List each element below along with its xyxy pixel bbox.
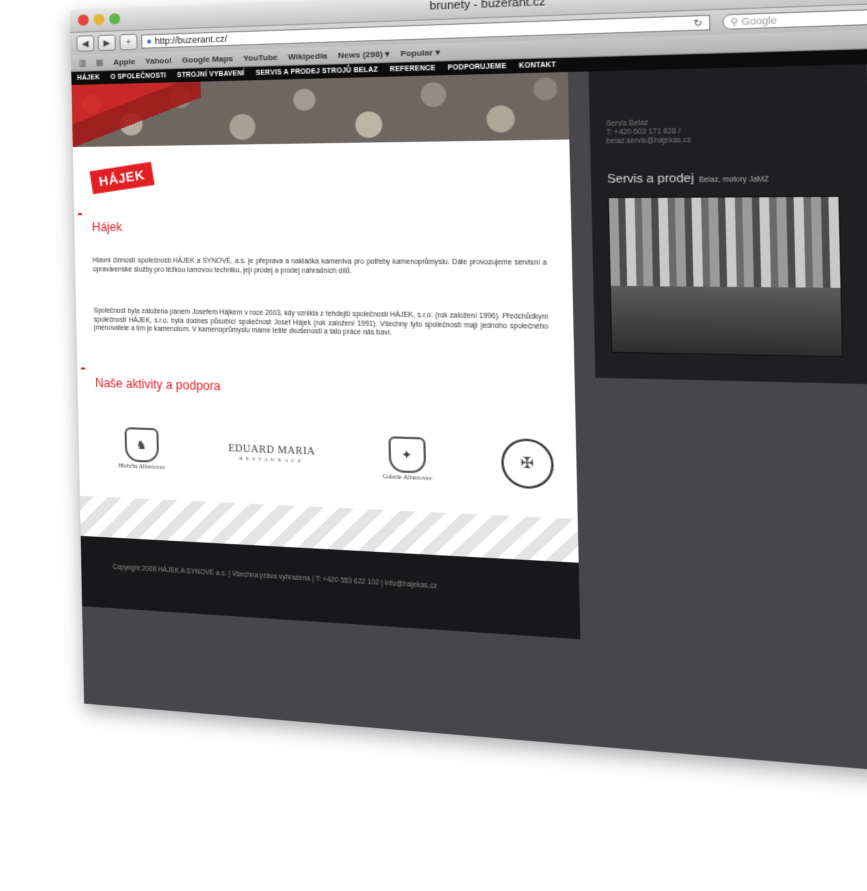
partner-eduard-sub: RESTAURACE	[239, 456, 305, 465]
bookmark-google-maps[interactable]: Google Maps	[182, 53, 233, 64]
history-paragraph: Společnost byla založena panem Josefem H…	[93, 307, 549, 337]
round-seal-icon: ✠	[500, 437, 555, 490]
bookmark-youtube[interactable]: YouTube	[243, 52, 277, 62]
servis-line3[interactable]: belaz.servis@hajekas.cz	[606, 137, 691, 147]
bookmark-popular[interactable]: Popular ▾	[400, 47, 440, 58]
intro-paragraph: Hlavní činností společnosti HÁJEK a SYNO…	[92, 257, 547, 275]
screenshot-stage: brunety - buzerant.cz ◀ ▶ + ● http://buz…	[0, 0, 867, 891]
search-input[interactable]: ⚲ Google	[721, 7, 867, 30]
forward-icon[interactable]: ▶	[97, 34, 116, 52]
section-title-activities: Naše aktivity a podpora	[94, 375, 221, 394]
partner-hrebcin[interactable]: ♞ Hřebčín Albertovec	[118, 427, 166, 472]
hajek-logo[interactable]: HÁJEK	[89, 161, 155, 195]
partner-galerie-label: Galerie Albertovec	[382, 474, 433, 483]
main-column: HÁJEK Hájek Hlavní činností společnosti …	[71, 71, 579, 563]
horse-crest-icon: ♞	[124, 427, 159, 463]
book-icon[interactable]: ▥	[79, 58, 87, 67]
engine-photo[interactable]	[607, 195, 844, 358]
nav-item-strojni-vybaveni[interactable]: STROJNÍ VYBAVENÍ	[177, 70, 244, 79]
search-icon: ⚲	[730, 15, 739, 27]
servis-contact: Servis Belaz T: +420 603 171 828 / belaz…	[606, 119, 691, 147]
servis-panel: Servis Belaz T: +420 603 171 828 / belaz…	[588, 64, 867, 385]
partner-eduard-maria[interactable]: EDUARD MARIA RESTAURACE	[228, 443, 315, 465]
section-title-hajek: Hájek	[91, 220, 123, 235]
servis-heading: Servis a prodej Belaz, motory JaMZ	[607, 171, 769, 186]
nav-item-o-spolecnosti[interactable]: O SPOLEČNOSTI	[110, 72, 166, 81]
nav-item-servis-belaz[interactable]: SERVIS A PRODEJ STROJŮ BELAZ	[256, 66, 378, 77]
bookmark-apple[interactable]: Apple	[113, 57, 135, 67]
partner-logos: ♞ Hřebčín Albertovec EDUARD MARIA RESTAU…	[118, 425, 555, 490]
section-marker	[78, 213, 82, 216]
partner-galerie[interactable]: ✦ Galerie Albertovec	[382, 436, 433, 483]
url-text: http://buzerant.cz/	[154, 33, 228, 47]
nav-item-hajek[interactable]: HÁJEK	[77, 74, 100, 82]
bookmark-news[interactable]: News (298) ▾	[338, 49, 390, 60]
bird-crest-icon: ✦	[387, 436, 426, 474]
section-marker	[81, 367, 86, 370]
hero-red-ribbon	[71, 81, 202, 148]
globe-icon: ●	[146, 36, 152, 47]
hero-image	[71, 71, 570, 148]
servis-heading-sub: Belaz, motory JaMZ	[698, 175, 769, 185]
page-content: HÁJEK Hájek Hlavní činností společnosti …	[71, 61, 867, 780]
browser-window: brunety - buzerant.cz ◀ ▶ + ● http://buz…	[70, 0, 867, 780]
nav-item-reference[interactable]: REFERENCE	[390, 65, 436, 74]
partner-eduard-label: EDUARD MARIA	[228, 443, 316, 458]
bookmark-yahoo[interactable]: Yahoo!	[145, 55, 172, 65]
partner-seal[interactable]: ✠	[500, 437, 555, 490]
servis-heading-main: Servis a prodej	[607, 172, 695, 187]
search-placeholder: Google	[741, 14, 777, 28]
reload-icon[interactable]: ↻	[693, 17, 702, 30]
partner-hrebcin-label: Hřebčín Albertovec	[118, 463, 166, 472]
back-icon[interactable]: ◀	[76, 35, 95, 52]
footer-text: Copyright 2008 HÁJEK A SYNOVÉ a.s. | Vše…	[112, 563, 438, 591]
bookmark-wikipedia[interactable]: Wikipedia	[288, 51, 327, 62]
nav-item-kontakt[interactable]: KONTAKT	[519, 61, 556, 70]
grid-icon[interactable]: ▦	[96, 57, 104, 66]
nav-item-podporujeme[interactable]: PODPORUJEME	[448, 63, 507, 72]
add-bookmark-icon[interactable]: +	[119, 33, 138, 51]
